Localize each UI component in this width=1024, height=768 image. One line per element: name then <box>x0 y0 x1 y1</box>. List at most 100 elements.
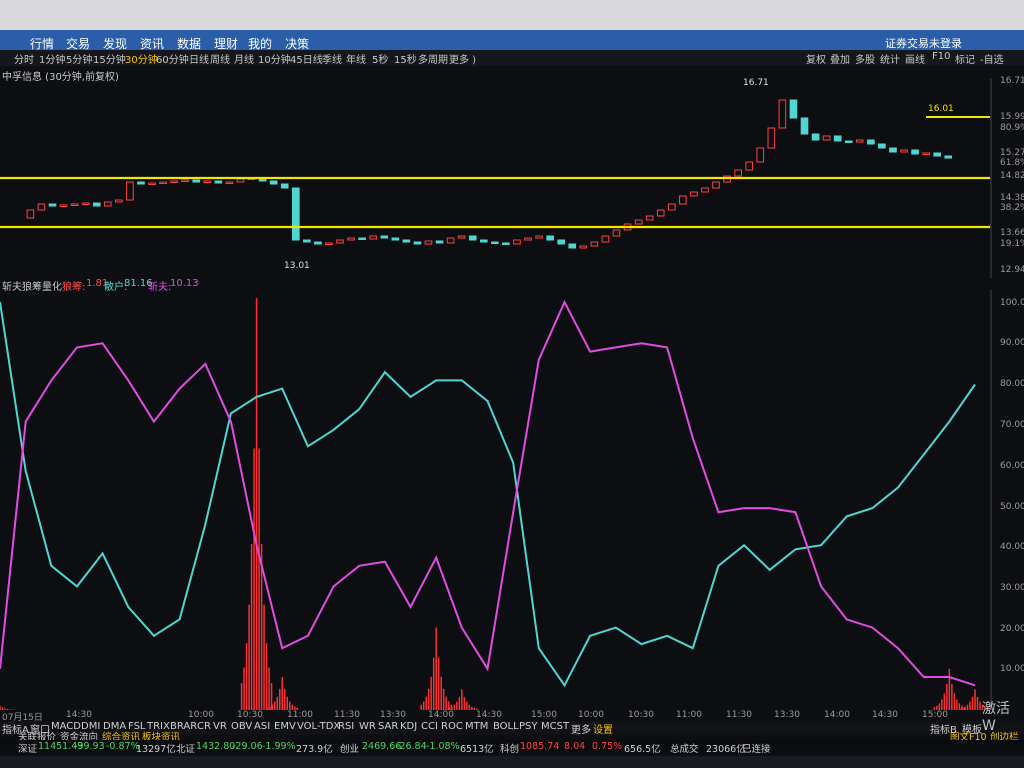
candle <box>402 239 411 243</box>
candle <box>601 235 610 243</box>
period-fenshi[interactable]: 分时 <box>14 51 34 66</box>
price-axis-label: 12.94 <box>1000 265 1024 275</box>
time-axis-label: 10:30 <box>628 710 654 720</box>
candle <box>535 235 543 239</box>
indicator-axis-label: 90.00 <box>1000 338 1024 348</box>
index-pct: -1.99% <box>262 741 296 752</box>
candle <box>314 241 322 245</box>
price-axis-label: 15.27 <box>1000 148 1024 158</box>
period-5min[interactable]: 5分钟 <box>66 51 92 66</box>
period-quarter[interactable]: 季线 <box>322 51 342 66</box>
price-axis-label: 61.8% <box>1000 158 1024 168</box>
candle <box>867 139 875 145</box>
connection-status: 已连接 <box>742 744 771 755</box>
candle <box>656 209 665 217</box>
index-change: -26.84 <box>396 741 427 752</box>
candle <box>612 229 621 237</box>
indicator-axis-label: 10.00 <box>1000 664 1024 674</box>
time-axis-label: 11:30 <box>726 710 752 720</box>
candle <box>557 239 566 245</box>
retail-series-line <box>0 301 976 688</box>
candle <box>756 147 765 163</box>
index-value: 1085.74 <box>520 741 560 752</box>
candle <box>513 239 521 245</box>
period-multi[interactable]: 多周期 <box>418 51 448 66</box>
candle <box>380 235 389 239</box>
index-volume: 656.5亿 <box>624 744 661 755</box>
candle <box>701 187 709 193</box>
indicator-axis-label: 40.00 <box>1000 542 1024 552</box>
candle <box>336 239 344 244</box>
candle <box>667 203 676 211</box>
login-status[interactable]: 证券交易未登录 <box>885 35 962 51</box>
candle <box>590 241 599 247</box>
candle <box>148 182 156 185</box>
period-15min[interactable]: 15分钟 <box>93 51 126 66</box>
toolbar-f10[interactable]: F10 <box>932 51 950 62</box>
period-15sec[interactable]: 15秒 <box>394 51 417 66</box>
market-status-bar: 深证 11451.43 -99.93 -0.87% 13297亿 北证 1432… <box>0 740 1024 755</box>
price-axis-label: 16.71 <box>1000 76 1024 86</box>
candle <box>645 215 654 221</box>
candle <box>424 240 433 245</box>
candle <box>800 117 809 135</box>
price-axis-label: 14.38 <box>1000 193 1024 203</box>
index-pct: -1.08% <box>426 741 460 752</box>
toolbar-fuquan[interactable]: 复权 <box>806 51 826 66</box>
period-day[interactable]: 日线 <box>189 51 209 66</box>
time-axis-label: 14:00 <box>428 710 454 720</box>
candle <box>767 127 776 149</box>
candle <box>192 179 201 183</box>
index-volume: 273.9亿 <box>296 744 333 755</box>
candle <box>546 235 554 241</box>
indicator-chart[interactable] <box>0 290 1024 710</box>
period-10min[interactable]: 10分钟 <box>258 51 291 66</box>
candle <box>225 181 234 184</box>
period-45day[interactable]: 45日线 <box>290 51 323 66</box>
time-axis-label: 15:00 <box>922 710 948 720</box>
candle <box>911 149 919 155</box>
period-week[interactable]: 周线 <box>210 51 230 66</box>
candle <box>933 152 942 157</box>
period-month[interactable]: 月线 <box>234 51 254 66</box>
toolbar-draw[interactable]: 画线 <box>905 51 925 66</box>
candle <box>844 140 853 143</box>
candle <box>944 155 953 159</box>
total-volume-value: 23066亿 <box>706 744 746 755</box>
price-axis-label: 15.99 <box>1000 112 1024 122</box>
toolbar-stats[interactable]: 统计 <box>880 51 900 66</box>
period-1min[interactable]: 1分钟 <box>39 51 65 66</box>
high-label: 16.71 <box>743 78 769 88</box>
toolbar-overlay[interactable]: 叠加 <box>830 51 850 66</box>
candle <box>369 235 378 240</box>
candle <box>900 149 908 153</box>
toolbar-multistock[interactable]: 多股 <box>855 51 875 66</box>
period-5sec[interactable]: 5秒 <box>372 51 388 66</box>
price-axis-label: 19.1% <box>1000 239 1024 249</box>
indicator-series-value: 10.13 <box>170 278 199 289</box>
index-change: 8.04 <box>564 741 586 752</box>
time-axis-label: 11:00 <box>676 710 702 720</box>
toolbar-mark[interactable]: 标记 <box>955 51 975 66</box>
period-more[interactable]: 更多 ) <box>449 51 476 66</box>
index-pct: -0.87% <box>106 741 140 752</box>
index-label: 深证 <box>18 744 38 755</box>
candle <box>70 203 79 206</box>
candle <box>37 203 46 211</box>
price-chart[interactable] <box>0 78 1024 278</box>
candle <box>734 169 742 177</box>
time-axis-label: 10:30 <box>237 710 263 720</box>
os-taskbar <box>0 756 1024 768</box>
activation-watermark: 激活 W <box>982 701 1010 734</box>
period-60min[interactable]: 60分钟 <box>156 51 189 66</box>
toolbar-watchlist[interactable]: -自选 <box>980 51 1004 66</box>
candle <box>181 179 190 182</box>
price-axis-label: 80.9% <box>1000 123 1024 133</box>
period-30min[interactable]: 30分钟 <box>125 51 158 66</box>
time-axis-label: 13:30 <box>380 710 406 720</box>
candle <box>126 181 134 201</box>
period-year[interactable]: 年线 <box>346 51 366 66</box>
candle <box>712 181 720 189</box>
candle <box>26 209 35 219</box>
candle <box>568 243 577 249</box>
